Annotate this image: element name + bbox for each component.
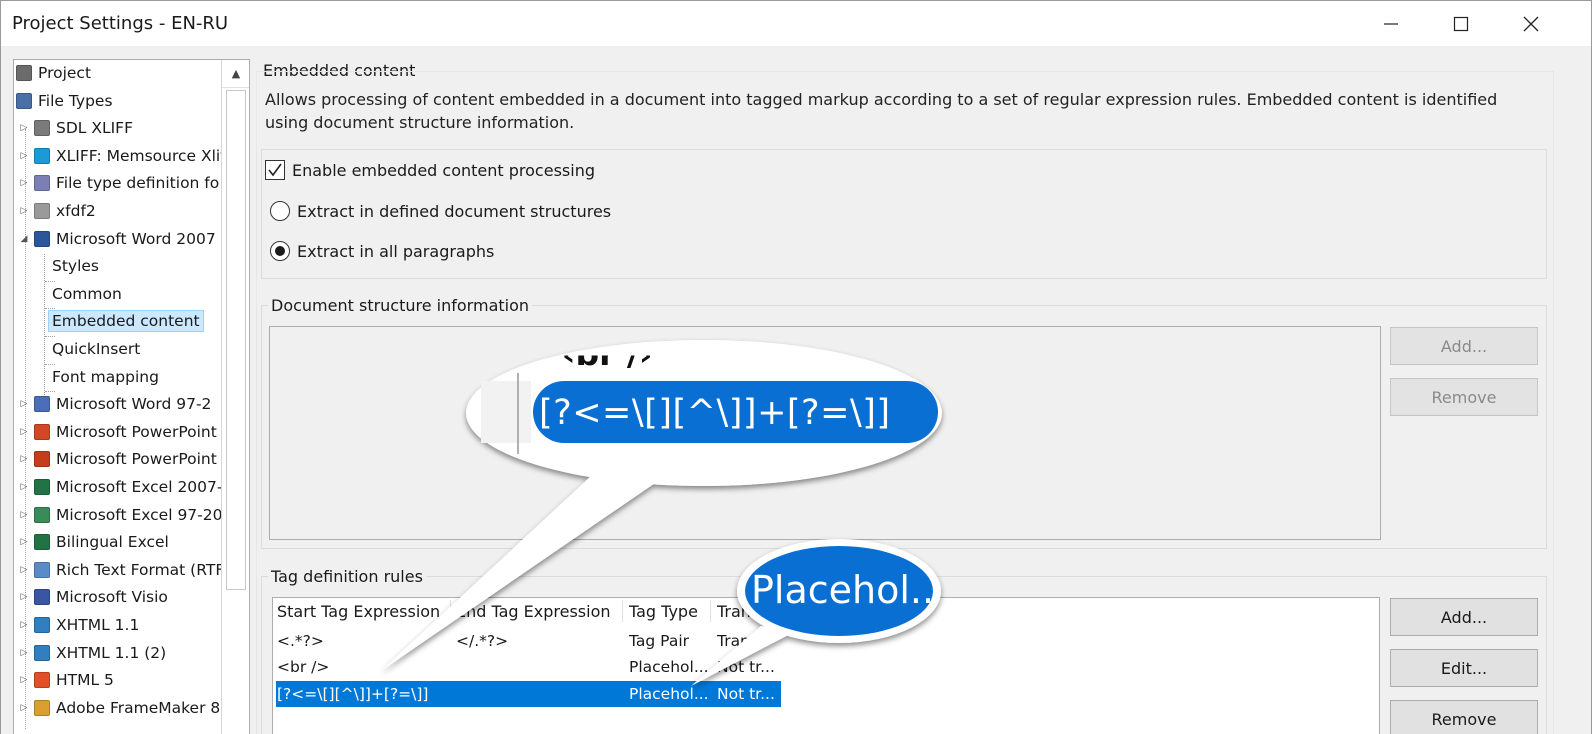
zoom-regex-text: [?<=\[][^\]]+[?=\]] bbox=[539, 393, 891, 433]
minimize-icon bbox=[1384, 22, 1398, 25]
window-title: Project Settings - EN-RU bbox=[12, 13, 229, 34]
maximize-button[interactable] bbox=[1426, 1, 1496, 46]
minimize-button[interactable] bbox=[1356, 1, 1426, 46]
project-settings-window: Project Settings - EN-RU Project File Typ… bbox=[0, 0, 1592, 734]
zoom-callouts bbox=[381, 340, 942, 686]
maximize-icon bbox=[1453, 16, 1469, 31]
dialog-body: Project File Types ▷ SDL XLIFF ▷ XLIFF: Memso… bbox=[1, 46, 1591, 734]
regex-zoom-left-strip bbox=[481, 381, 531, 443]
zoom-placeholder-text: Placehol.. bbox=[751, 568, 935, 612]
close-button[interactable] bbox=[1496, 1, 1566, 46]
close-icon bbox=[1523, 16, 1539, 31]
title-bar: Project Settings - EN-RU bbox=[1, 1, 1591, 46]
